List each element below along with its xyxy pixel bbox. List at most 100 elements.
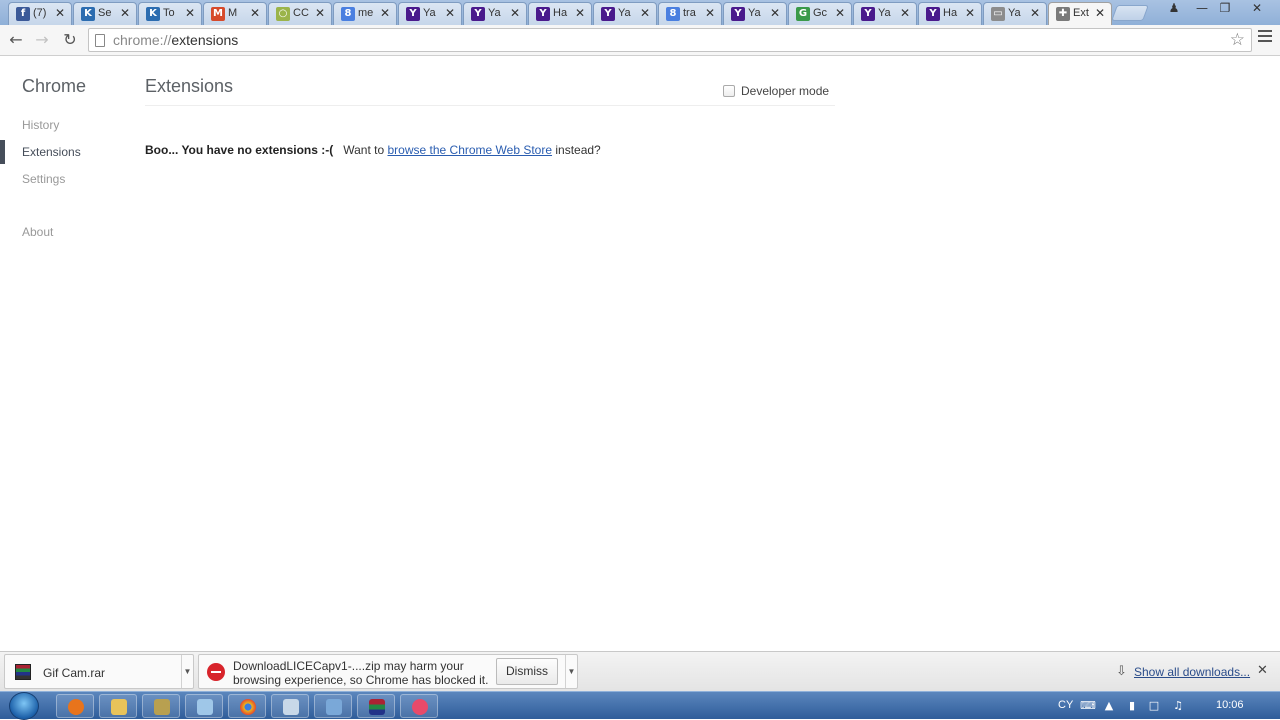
tab-title: me <box>358 7 374 19</box>
tab-close-icon[interactable]: ✕ <box>185 6 195 20</box>
web-store-link[interactable]: browse the Chrome Web Store <box>388 143 553 157</box>
sidebar-item-settings[interactable]: Settings <box>22 172 65 186</box>
tab-close-icon[interactable]: ✕ <box>510 6 520 20</box>
drop-icon: ○ <box>276 7 290 21</box>
yahoo-icon: Y <box>601 7 615 21</box>
profile-icon[interactable]: ♟ <box>1162 0 1186 18</box>
taskbar-window-icon[interactable] <box>185 694 223 718</box>
tab-close-icon[interactable]: ✕ <box>835 6 845 20</box>
download-menu-chevron-icon[interactable]: ▼ <box>565 655 577 688</box>
tab-close-icon[interactable]: ✕ <box>575 6 585 20</box>
tab-close-icon[interactable]: ✕ <box>250 6 260 20</box>
browser-tab[interactable]: Y Ya ✕ <box>853 2 917 25</box>
blocked-warning-text: DownloadLICECapv1-....zip may harm your … <box>233 659 493 687</box>
maximize-button[interactable]: ❐ <box>1213 0 1237 18</box>
taskbar-firefox-icon[interactable] <box>56 694 94 718</box>
tab-close-icon[interactable]: ✕ <box>1095 6 1105 20</box>
sidebar-item-about[interactable]: About <box>22 225 53 239</box>
tray-expand-icon[interactable]: ▲ <box>1103 700 1115 712</box>
maps-icon: M <box>211 7 225 21</box>
network-tray-icon[interactable]: □ <box>1148 700 1160 712</box>
browser-tab[interactable]: Y Ha ✕ <box>918 2 982 25</box>
taskbar-chrome-icon[interactable] <box>228 694 266 718</box>
browser-tab[interactable]: Y Ha ✕ <box>528 2 592 25</box>
download-arrow-icon: ⇩ <box>1116 664 1127 679</box>
forward-button[interactable]: → <box>31 29 53 51</box>
tab-close-icon[interactable]: ✕ <box>705 6 715 20</box>
browser-tab[interactable]: ✚ Ext ✕ <box>1048 2 1112 25</box>
new-tab-button[interactable] <box>1111 5 1149 21</box>
google-icon: 8 <box>666 7 680 21</box>
minimize-button[interactable]: — <box>1190 0 1214 18</box>
browser-tab[interactable]: ○ CC ✕ <box>268 2 332 25</box>
k-icon: K <box>146 7 160 21</box>
empty-extensions-message: Boo... You have no extensions :-(Want to… <box>145 143 601 157</box>
tab-close-icon[interactable]: ✕ <box>965 6 975 20</box>
browser-tab[interactable]: G Gc ✕ <box>788 2 852 25</box>
download-item-gifcam[interactable]: Gif Cam.rar ▼ <box>4 654 194 689</box>
back-button[interactable]: ← <box>5 29 27 51</box>
tab-close-icon[interactable]: ✕ <box>640 6 650 20</box>
tab-close-icon[interactable]: ✕ <box>900 6 910 20</box>
tab-close-icon[interactable]: ✕ <box>120 6 130 20</box>
tab-title: Ext <box>1073 7 1089 19</box>
taskbar-network-icon[interactable] <box>271 694 309 718</box>
developer-mode-checkbox[interactable] <box>723 85 735 97</box>
browser-tab[interactable]: Y Ya ✕ <box>593 2 657 25</box>
close-shelf-icon[interactable]: ✕ <box>1257 663 1268 678</box>
tab-close-icon[interactable]: ✕ <box>380 6 390 20</box>
sidebar-item-extensions[interactable]: Extensions <box>22 145 81 159</box>
page-icon <box>95 34 105 47</box>
folder-icon: ▭ <box>991 7 1005 21</box>
signal-icon[interactable]: ▮ <box>1126 700 1138 712</box>
download-menu-chevron-icon[interactable]: ▼ <box>181 655 193 688</box>
taskbar-monitor-icon[interactable] <box>314 694 352 718</box>
url-text: chrome://extensions <box>113 32 238 48</box>
tab-close-icon[interactable]: ✕ <box>770 6 780 20</box>
taskbar-gifcam-icon[interactable] <box>400 694 438 718</box>
bookmark-star-icon[interactable]: ☆ <box>1230 30 1245 50</box>
volume-icon[interactable]: ♫ <box>1172 700 1184 712</box>
tab-close-icon[interactable]: ✕ <box>55 6 65 20</box>
browser-tab[interactable]: Y Ya ✕ <box>723 2 787 25</box>
taskbar-winrar-icon[interactable] <box>357 694 395 718</box>
browser-tab[interactable]: 8 me ✕ <box>333 2 397 25</box>
browser-tab[interactable]: M M ✕ <box>203 2 267 25</box>
tab-title: Ya <box>488 7 501 19</box>
browser-tab[interactable]: f (7) ✕ <box>8 2 72 25</box>
developer-mode-toggle[interactable]: Developer mode <box>723 84 829 98</box>
download-item-blocked: DownloadLICECapv1-....zip may harm your … <box>198 654 578 689</box>
browser-tab[interactable]: Y Ya ✕ <box>398 2 462 25</box>
chrome-menu-icon[interactable] <box>1258 30 1272 45</box>
keyboard-icon[interactable]: ⌨ <box>1080 700 1096 712</box>
tab-title: CC <box>293 7 309 19</box>
browser-tab[interactable]: ▭ Ya ✕ <box>983 2 1047 25</box>
show-all-downloads-link[interactable]: Show all downloads... <box>1134 665 1250 679</box>
tab-close-icon[interactable]: ✕ <box>315 6 325 20</box>
yahoo-icon: Y <box>861 7 875 21</box>
tab-title: Ya <box>748 7 761 19</box>
tab-title: Ha <box>943 7 958 19</box>
tab-close-icon[interactable]: ✕ <box>445 6 455 20</box>
browser-tab[interactable]: 8 tra ✕ <box>658 2 722 25</box>
empty-message-bold: Boo... You have no extensions :-( <box>145 143 334 157</box>
browser-tab[interactable]: K Se ✕ <box>73 2 137 25</box>
dismiss-button[interactable]: Dismiss <box>496 658 558 685</box>
clock[interactable]: 10:06 <box>1216 699 1244 711</box>
browser-tab[interactable]: K To ✕ <box>138 2 202 25</box>
window-close-button[interactable]: ✕ <box>1245 0 1269 18</box>
tab-strip: f (7) ✕ K Se ✕ K To ✕ M M ✕ ○ CC ✕ 8 me ✕ Y Ya ✕ Y Ya ✕ Y Ha ✕ Y Ya ✕… <box>0 0 1280 25</box>
sidebar-item-history[interactable]: History <box>22 118 59 132</box>
tab-title: Ya <box>423 7 436 19</box>
browser-toolbar: ← → ↻ chrome://extensions ☆ <box>0 25 1280 56</box>
start-button[interactable] <box>9 692 39 720</box>
tab-close-icon[interactable]: ✕ <box>1030 6 1040 20</box>
reload-button[interactable]: ↻ <box>59 29 81 51</box>
browser-tab[interactable]: Y Ya ✕ <box>463 2 527 25</box>
taskbar-app-icon[interactable] <box>142 694 180 718</box>
page-title: Extensions <box>145 76 234 96</box>
address-bar[interactable]: chrome://extensions ☆ <box>88 28 1252 52</box>
taskbar-explorer-icon[interactable] <box>99 694 137 718</box>
url-path: extensions <box>171 32 239 48</box>
language-indicator[interactable]: CY <box>1058 699 1073 711</box>
